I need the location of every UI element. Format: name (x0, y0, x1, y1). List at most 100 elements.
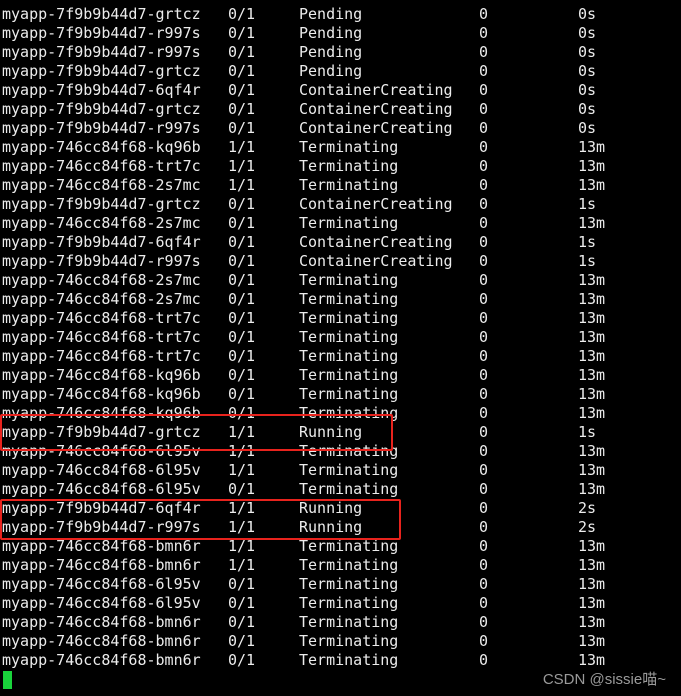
age-cell: 0s (578, 81, 597, 99)
highlight-box-running-6qf4r-r997s (0, 499, 401, 540)
age-cell: 13m (578, 442, 606, 460)
pod-name-cell: myapp-746cc84f68-2s7mc (2, 176, 201, 194)
ready-cell: 0/1 (228, 100, 256, 118)
status-cell: Pending (299, 43, 363, 61)
ready-cell: 1/1 (228, 461, 256, 479)
status-cell: ContainerCreating (299, 81, 453, 99)
restarts-cell: 0 (479, 100, 489, 118)
status-cell: Terminating (299, 271, 399, 289)
status-cell: Terminating (299, 309, 399, 327)
pod-name-cell: myapp-746cc84f68-6l95v (2, 461, 201, 479)
terminal-cursor (3, 671, 12, 689)
age-cell: 13m (578, 157, 606, 175)
ready-cell: 1/1 (228, 138, 256, 156)
ready-cell: 1/1 (228, 176, 256, 194)
ready-cell: 0/1 (228, 5, 256, 23)
pod-name-cell: myapp-746cc84f68-trt7c (2, 309, 201, 327)
age-cell: 13m (578, 290, 606, 308)
status-cell: Terminating (299, 651, 399, 669)
status-cell: ContainerCreating (299, 252, 453, 270)
restarts-cell: 0 (479, 404, 489, 422)
pod-name-cell: myapp-7f9b9b44d7-grtcz (2, 100, 201, 118)
status-cell: Terminating (299, 157, 399, 175)
ready-cell: 0/1 (228, 214, 256, 232)
age-cell: 1s (578, 233, 597, 251)
restarts-cell: 0 (479, 480, 489, 498)
restarts-cell: 0 (479, 43, 489, 61)
pod-name-cell: myapp-746cc84f68-kq96b (2, 138, 201, 156)
age-cell: 0s (578, 119, 597, 137)
restarts-cell: 0 (479, 233, 489, 251)
restarts-cell: 0 (479, 24, 489, 42)
pod-name-cell: myapp-746cc84f68-trt7c (2, 328, 201, 346)
age-cell: 13m (578, 138, 606, 156)
ready-cell: 0/1 (228, 271, 256, 289)
restarts-cell: 0 (479, 119, 489, 137)
restarts-cell: 0 (479, 556, 489, 574)
restarts-cell: 0 (479, 385, 489, 403)
pod-name-cell: myapp-746cc84f68-2s7mc (2, 271, 201, 289)
pod-name-cell: myapp-7f9b9b44d7-grtcz (2, 62, 201, 80)
restarts-cell: 0 (479, 632, 489, 650)
ready-cell: 0/1 (228, 366, 256, 384)
pod-name-cell: myapp-7f9b9b44d7-r997s (2, 43, 201, 61)
pod-name-cell: myapp-746cc84f68-6l95v (2, 480, 201, 498)
status-cell: Terminating (299, 366, 399, 384)
pod-name-cell: myapp-746cc84f68-6l95v (2, 575, 201, 593)
ready-cell: 0/1 (228, 62, 256, 80)
restarts-cell: 0 (479, 328, 489, 346)
status-cell: ContainerCreating (299, 119, 453, 137)
pod-name-cell: myapp-746cc84f68-bmn6r (2, 613, 201, 631)
restarts-cell: 0 (479, 271, 489, 289)
pod-name-cell: myapp-746cc84f68-trt7c (2, 157, 201, 175)
ready-cell: 0/1 (228, 81, 256, 99)
ready-cell: 0/1 (228, 632, 256, 650)
status-cell: Terminating (299, 480, 399, 498)
age-cell: 13m (578, 632, 606, 650)
status-cell: ContainerCreating (299, 195, 453, 213)
age-cell: 13m (578, 214, 606, 232)
restarts-cell: 0 (479, 651, 489, 669)
pod-name-cell: myapp-7f9b9b44d7-grtcz (2, 195, 201, 213)
status-cell: Terminating (299, 461, 399, 479)
pod-name-cell: myapp-7f9b9b44d7-r997s (2, 119, 201, 137)
restarts-cell: 0 (479, 214, 489, 232)
status-cell: Terminating (299, 556, 399, 574)
restarts-cell: 0 (479, 309, 489, 327)
age-cell: 13m (578, 271, 606, 289)
age-cell: 13m (578, 594, 606, 612)
restarts-cell: 0 (479, 252, 489, 270)
age-cell: 1s (578, 423, 597, 441)
status-cell: ContainerCreating (299, 100, 453, 118)
ready-cell: 1/1 (228, 556, 256, 574)
age-cell: 13m (578, 461, 606, 479)
restarts-cell: 0 (479, 5, 489, 23)
restarts-cell: 0 (479, 157, 489, 175)
pod-name-cell: myapp-746cc84f68-kq96b (2, 366, 201, 384)
pod-name-cell: myapp-746cc84f68-2s7mc (2, 290, 201, 308)
age-cell: 13m (578, 309, 606, 327)
pod-name-cell: myapp-746cc84f68-2s7mc (2, 214, 201, 232)
restarts-cell: 0 (479, 575, 489, 593)
restarts-cell: 0 (479, 518, 489, 536)
restarts-cell: 0 (479, 423, 489, 441)
ready-cell: 0/1 (228, 347, 256, 365)
restarts-cell: 0 (479, 461, 489, 479)
age-cell: 13m (578, 385, 606, 403)
age-cell: 13m (578, 328, 606, 346)
pod-name-cell: myapp-746cc84f68-kq96b (2, 385, 201, 403)
restarts-cell: 0 (479, 499, 489, 517)
ready-cell: 0/1 (228, 43, 256, 61)
pod-name-cell: myapp-746cc84f68-6l95v (2, 594, 201, 612)
pod-name-cell: myapp-746cc84f68-bmn6r (2, 632, 201, 650)
highlight-box-running-grtcz (0, 414, 393, 451)
age-cell: 0s (578, 24, 597, 42)
restarts-cell: 0 (479, 366, 489, 384)
restarts-cell: 0 (479, 81, 489, 99)
restarts-cell: 0 (479, 290, 489, 308)
ready-cell: 0/1 (228, 385, 256, 403)
ready-cell: 0/1 (228, 328, 256, 346)
pod-name-cell: myapp-746cc84f68-bmn6r (2, 556, 201, 574)
ready-cell: 0/1 (228, 613, 256, 631)
status-cell: Terminating (299, 138, 399, 156)
